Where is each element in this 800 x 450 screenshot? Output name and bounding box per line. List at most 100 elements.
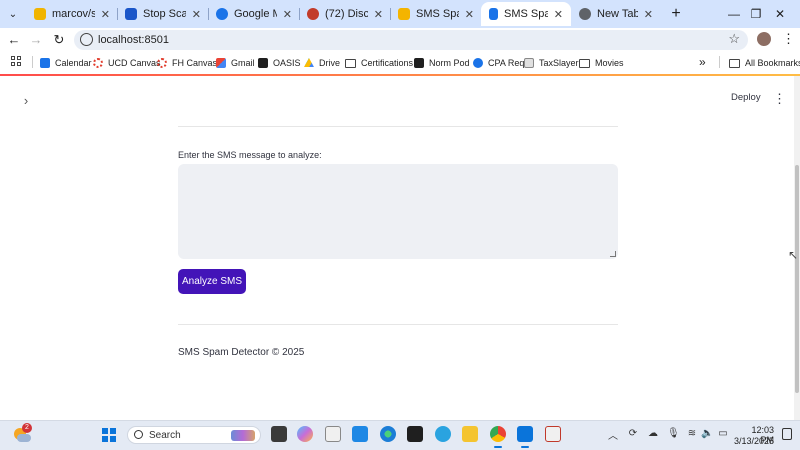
bookmark-label: OASIS <box>273 58 301 68</box>
copilot-icon[interactable] <box>297 426 313 442</box>
scrollbar-thumb[interactable] <box>795 165 799 393</box>
tab-title: SMS Spam De <box>504 8 548 20</box>
sync-icon[interactable]: ⟳ <box>627 428 639 440</box>
bookmark-label: Gmail <box>231 58 255 68</box>
notifications-bell-icon[interactable] <box>782 428 792 440</box>
forward-arrow-icon[interactable]: → <box>27 31 45 49</box>
new-tab-plus-icon[interactable]: + <box>666 4 686 24</box>
bookmark-norm-pod[interactable]: Norm Pod <box>414 55 470 71</box>
microsoft-store-icon[interactable] <box>325 426 341 442</box>
minimize-icon[interactable]: — <box>724 4 744 24</box>
canvas-icon <box>93 58 103 68</box>
tab-new-tab[interactable]: New Tab ✕ <box>571 2 661 26</box>
deploy-button[interactable]: Deploy <box>731 92 761 103</box>
tab-marcov-sms[interactable]: marcov/sms_s ✕ <box>26 2 118 26</box>
tab-sms-spam-classifier[interactable]: SMS Spam Cl ✕ <box>390 2 482 26</box>
bookmark-label: Certifications <box>361 58 414 68</box>
search-label: Search <box>149 430 181 441</box>
safari-like-icon[interactable] <box>435 426 451 442</box>
taskbar-search-box[interactable]: Search <box>127 426 261 444</box>
close-tab-icon[interactable]: ✕ <box>554 8 563 21</box>
bookmark-calendar[interactable]: Calendar <box>40 55 92 71</box>
widgets-app-icon[interactable] <box>352 426 368 442</box>
bookmark-star-icon[interactable]: ☆ <box>728 31 740 47</box>
tab-google-messages[interactable]: Google Messages ✕ <box>208 2 300 26</box>
address-bar[interactable]: localhost:8501 ☆ <box>74 30 748 50</box>
more-bookmarks-chevron-icon[interactable]: » <box>699 55 706 69</box>
resize-handle-icon[interactable] <box>610 251 616 257</box>
file-explorer-icon[interactable] <box>462 426 478 442</box>
messages-favicon-icon <box>216 8 228 20</box>
edge-icon[interactable] <box>380 426 396 442</box>
bookmark-gmail[interactable]: Gmail <box>216 55 255 71</box>
divider <box>178 324 618 325</box>
tab-stop-scammers[interactable]: Stop Scammers ✕ <box>117 2 209 26</box>
snipping-tool-icon[interactable] <box>545 426 561 442</box>
site-info-icon[interactable] <box>80 33 93 46</box>
windows-start-icon[interactable] <box>102 428 116 442</box>
all-bookmarks[interactable]: All Bookmarks <box>729 55 800 71</box>
tab-title: Stop Scammers <box>143 8 186 20</box>
sms-input-label: Enter the SMS message to analyze: <box>178 150 322 160</box>
terminal-icon[interactable] <box>407 426 423 442</box>
restore-icon[interactable]: ❐ <box>746 4 766 24</box>
mouse-cursor-icon: ↖ <box>788 248 799 262</box>
taxslayer-icon <box>524 58 534 68</box>
folder-icon <box>579 58 590 68</box>
tab-search-chevron-icon[interactable]: ⌄ <box>4 5 22 23</box>
bookmark-fh-canvas[interactable]: FH Canvas <box>157 55 217 71</box>
bookmark-oasis[interactable]: OASIS <box>258 55 301 71</box>
bookmark-movies[interactable]: Movies <box>579 55 624 71</box>
bookmark-label: Norm Pod <box>429 58 470 68</box>
clock-date[interactable]: 3/13/2025 <box>730 436 774 446</box>
bookmark-drive[interactable]: Drive <box>304 55 340 71</box>
back-arrow-icon[interactable]: ← <box>5 31 23 49</box>
vscode-icon[interactable] <box>517 426 533 448</box>
weather-widget-icon[interactable]: 2 <box>12 423 32 444</box>
tab-discord[interactable]: (72) Discord | ✕ <box>299 2 391 26</box>
close-tab-icon[interactable]: ✕ <box>374 8 383 21</box>
close-window-icon[interactable]: ✕ <box>770 4 790 24</box>
bookmark-certifications[interactable]: Certifications <box>345 55 413 71</box>
app-menu-icon[interactable]: ⋮ <box>773 91 786 107</box>
close-tab-icon[interactable]: ✕ <box>101 8 110 21</box>
close-tab-icon[interactable]: ✕ <box>644 8 653 21</box>
profile-avatar[interactable] <box>757 32 771 46</box>
close-tab-icon[interactable]: ✕ <box>465 8 474 21</box>
browser-menu-icon[interactable]: ⋮ <box>782 31 795 47</box>
bookmark-cpa-req[interactable]: CPA Req <box>473 55 524 71</box>
phone-favicon-icon <box>489 8 498 20</box>
tab-title: Google Messages <box>234 8 277 20</box>
tab-title: SMS Spam Cl <box>416 8 459 20</box>
bookmark-label: Calendar <box>55 58 92 68</box>
bookmark-label: CPA Req <box>488 58 525 68</box>
bookmark-ucd-canvas[interactable]: UCD Canvas <box>93 55 161 71</box>
windows-taskbar <box>0 420 800 450</box>
task-view-icon[interactable] <box>271 426 287 442</box>
volume-icon[interactable]: 🔈 <box>701 428 713 440</box>
divider <box>178 126 618 127</box>
close-tab-icon[interactable]: ✕ <box>283 8 292 21</box>
microphone-icon[interactable]: 🎙 <box>667 428 680 440</box>
calendar-icon <box>40 58 50 68</box>
github-favicon-icon <box>34 8 46 20</box>
tab-sms-spam-detector[interactable]: SMS Spam De ✕ <box>481 2 571 26</box>
wifi-icon[interactable]: ≋ <box>686 428 698 440</box>
sms-message-textarea[interactable] <box>178 164 618 259</box>
url-text: localhost:8501 <box>98 34 169 46</box>
norm-pod-icon <box>414 58 424 68</box>
page-favicon-icon <box>125 8 137 20</box>
close-tab-icon[interactable]: ✕ <box>192 8 201 21</box>
folder-icon <box>345 58 356 68</box>
battery-icon[interactable]: ▭ <box>717 428 729 440</box>
colab-favicon-icon <box>398 8 410 20</box>
tray-chevron-icon[interactable]: ︿ <box>608 427 618 442</box>
bookmark-label: FH Canvas <box>172 58 218 68</box>
onedrive-cloud-icon[interactable]: ☁ <box>647 428 659 440</box>
analyze-sms-button[interactable]: Analyze SMS <box>178 269 246 294</box>
reload-icon[interactable]: ↻ <box>50 31 68 49</box>
chrome-icon[interactable] <box>490 426 506 448</box>
apps-grid-icon[interactable] <box>11 56 21 66</box>
expand-sidebar-chevron-icon[interactable]: › <box>20 94 32 108</box>
bookmark-taxslayer[interactable]: TaxSlayer <box>524 55 579 71</box>
